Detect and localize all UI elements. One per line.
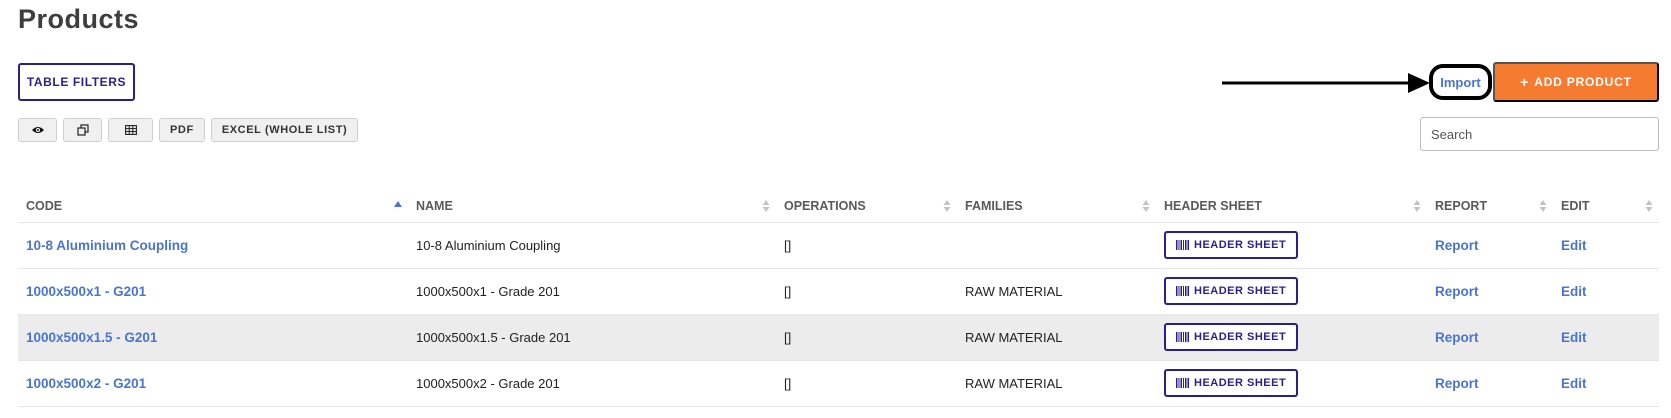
sort-icon: [1539, 200, 1547, 212]
report-link[interactable]: Report: [1435, 330, 1479, 345]
edit-link[interactable]: Edit: [1561, 330, 1587, 345]
table-row: 1000x500x1.5 - G201 1000x500x1.5 - Grade…: [18, 314, 1659, 361]
report-link[interactable]: Report: [1435, 284, 1479, 299]
search-input[interactable]: [1420, 117, 1659, 151]
cell-edit: Edit: [1553, 222, 1659, 269]
cell-report: Report: [1427, 222, 1553, 269]
sort-icon: [762, 200, 770, 212]
sort-icon: [943, 200, 951, 212]
column-header-families[interactable]: FAMILIES: [957, 190, 1156, 223]
edit-link[interactable]: Edit: [1561, 238, 1587, 253]
eye-icon: [31, 127, 44, 133]
cell-report: Report: [1427, 268, 1553, 315]
sort-icon: [1645, 200, 1653, 212]
import-link[interactable]: Import: [1429, 64, 1492, 100]
page-title: Products: [18, 4, 140, 34]
sort-icon: [1142, 200, 1150, 212]
header-sheet-label: HEADER SHEET: [1194, 377, 1287, 389]
header-sheet-button[interactable]: HEADER SHEET: [1164, 369, 1299, 397]
product-code-link[interactable]: 1000x500x1.5 - G201: [26, 330, 157, 345]
export-toolbar: PDF EXCEL (WHOLE LIST): [18, 118, 359, 142]
edit-link[interactable]: Edit: [1561, 376, 1587, 391]
cell-code: 1000x500x1 - G201: [18, 268, 408, 315]
sort-ascending-icon: [394, 201, 402, 207]
cell-code: 1000x500x2 - G201: [18, 360, 408, 407]
cell-name: 1000x500x1 - Grade 201: [408, 268, 776, 315]
edit-link[interactable]: Edit: [1561, 284, 1587, 299]
column-header-header-sheet-label: HEADER SHEET: [1164, 198, 1262, 213]
cell-name: 1000x500x2 - Grade 201: [408, 360, 776, 407]
header-sheet-label: HEADER SHEET: [1194, 285, 1287, 297]
cell-edit: Edit: [1553, 360, 1659, 407]
cell-families: RAW MATERIAL: [957, 360, 1156, 407]
column-header-operations-label: OPERATIONS: [784, 198, 866, 213]
column-header-report[interactable]: REPORT: [1427, 190, 1553, 223]
product-code-link[interactable]: 10-8 Aluminium Coupling: [26, 238, 188, 253]
excel-button[interactable]: EXCEL (WHOLE LIST): [210, 118, 359, 142]
barcode-icon: [1176, 286, 1189, 296]
add-product-label: ADD PRODUCT: [1534, 75, 1632, 89]
column-header-header-sheet[interactable]: HEADER SHEET: [1156, 190, 1427, 223]
product-code-link[interactable]: 1000x500x1 - G201: [26, 284, 146, 299]
plus-icon: +: [1520, 74, 1530, 90]
table-icon: [124, 125, 137, 135]
report-link[interactable]: Report: [1435, 376, 1479, 391]
report-link[interactable]: Report: [1435, 238, 1479, 253]
cell-name: 10-8 Aluminium Coupling: [408, 222, 776, 269]
header-sheet-label: HEADER SHEET: [1194, 331, 1287, 343]
sort-icon: [1413, 200, 1421, 212]
header-sheet-button[interactable]: HEADER SHEET: [1164, 231, 1299, 259]
csv-button[interactable]: [108, 118, 153, 142]
column-header-report-label: REPORT: [1435, 198, 1488, 213]
cell-operations: []: [776, 314, 957, 361]
cell-families: [957, 222, 1156, 269]
column-header-families-label: FAMILIES: [965, 198, 1023, 213]
cell-operations: []: [776, 268, 957, 315]
cell-report: Report: [1427, 314, 1553, 361]
table-row: 10-8 Aluminium Coupling 10-8 Aluminium C…: [18, 222, 1659, 269]
cell-operations: []: [776, 222, 957, 269]
arrow-annotation-icon: [1222, 73, 1430, 93]
column-header-name[interactable]: NAME: [408, 190, 776, 223]
column-header-operations[interactable]: OPERATIONS: [776, 190, 957, 223]
cell-header-sheet: HEADER SHEET: [1156, 314, 1427, 361]
header-sheet-label: HEADER SHEET: [1194, 239, 1287, 251]
cell-families: RAW MATERIAL: [957, 268, 1156, 315]
header-sheet-button[interactable]: HEADER SHEET: [1164, 323, 1299, 351]
header-sheet-button[interactable]: HEADER SHEET: [1164, 277, 1299, 305]
cell-report: Report: [1427, 360, 1553, 407]
column-header-edit[interactable]: EDIT: [1553, 190, 1659, 223]
copy-button[interactable]: [63, 118, 102, 142]
cell-operations: []: [776, 360, 957, 407]
copy-icon: [76, 124, 89, 136]
column-header-edit-label: EDIT: [1561, 198, 1590, 213]
barcode-icon: [1176, 240, 1189, 250]
cell-name: 1000x500x1.5 - Grade 201: [408, 314, 776, 361]
add-product-button[interactable]: + ADD PRODUCT: [1493, 62, 1659, 102]
pdf-button[interactable]: PDF: [159, 118, 205, 142]
table-filters-button[interactable]: TABLE FILTERS: [18, 63, 135, 101]
table-row: 1000x500x1 - G201 1000x500x1 - Grade 201…: [18, 268, 1659, 315]
column-header-code-label: CODE: [26, 198, 63, 213]
cell-header-sheet: HEADER SHEET: [1156, 360, 1427, 407]
cell-header-sheet: HEADER SHEET: [1156, 222, 1427, 269]
cell-edit: Edit: [1553, 314, 1659, 361]
column-visibility-button[interactable]: [18, 118, 57, 142]
cell-code: 10-8 Aluminium Coupling: [18, 222, 408, 269]
column-header-code[interactable]: CODE: [18, 190, 408, 223]
table-header-row: CODE NAME OPERATIONS FAMILIES HEADER SHE…: [18, 190, 1659, 223]
table-row: 1000x500x2 - G201 1000x500x2 - Grade 201…: [18, 360, 1659, 407]
barcode-icon: [1176, 378, 1189, 388]
barcode-icon: [1176, 332, 1189, 342]
cell-edit: Edit: [1553, 268, 1659, 315]
column-header-name-label: NAME: [416, 198, 453, 213]
cell-code: 1000x500x1.5 - G201: [18, 314, 408, 361]
product-code-link[interactable]: 1000x500x2 - G201: [26, 376, 146, 391]
cell-families: RAW MATERIAL: [957, 314, 1156, 361]
cell-header-sheet: HEADER SHEET: [1156, 268, 1427, 315]
products-table: CODE NAME OPERATIONS FAMILIES HEADER SHE…: [18, 190, 1659, 407]
